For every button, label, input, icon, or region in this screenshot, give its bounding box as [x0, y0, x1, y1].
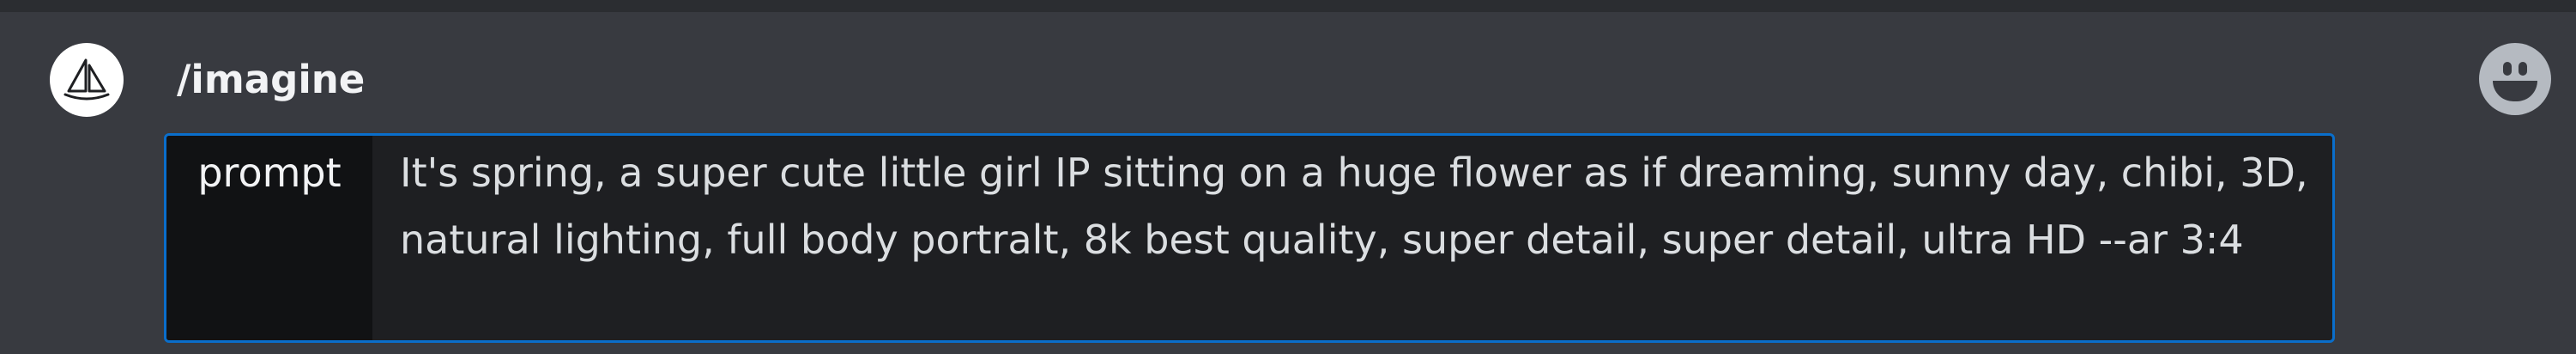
command-name: /imagine: [177, 57, 366, 102]
channel-divider: [0, 0, 2576, 12]
sailboat-icon: [63, 58, 110, 101]
prompt-input-box[interactable]: prompt It's spring, a super cute little …: [164, 133, 2335, 343]
prompt-option-label: prompt: [166, 136, 372, 340]
bot-avatar[interactable]: [50, 43, 124, 117]
prompt-input-text[interactable]: It's spring, a super cute little girl IP…: [372, 136, 2332, 340]
emoji-picker-button[interactable]: [2479, 43, 2551, 115]
smiley-face-icon: [2503, 62, 2512, 76]
